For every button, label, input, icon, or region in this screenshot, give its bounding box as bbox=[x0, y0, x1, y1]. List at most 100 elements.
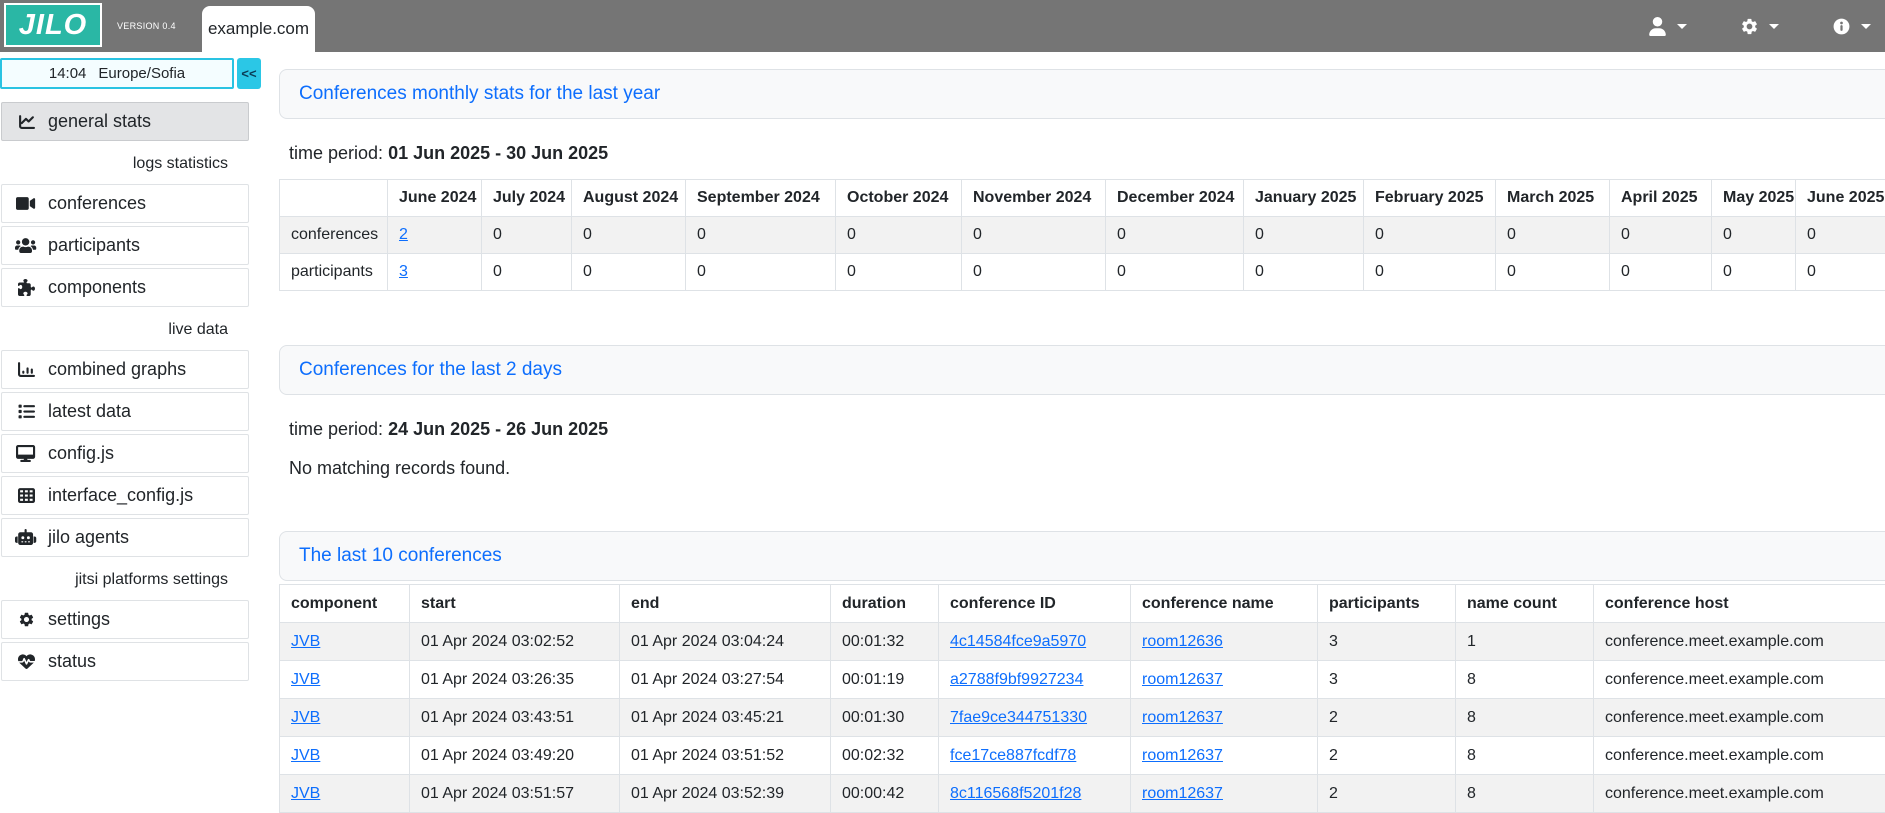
component-link[interactable]: JVB bbox=[291, 671, 320, 688]
cell: 01 Apr 2024 03:04:24 bbox=[620, 623, 831, 661]
sidebar-item-settings[interactable]: settings bbox=[1, 600, 249, 639]
component-link[interactable]: JVB bbox=[291, 633, 320, 650]
cell: 0 bbox=[686, 254, 836, 291]
conference-name-link[interactable]: room12637 bbox=[1142, 709, 1223, 726]
sidebar-item-interface-config-js[interactable]: interface_config.js bbox=[1, 476, 249, 515]
participants-count-link[interactable]: 3 bbox=[399, 263, 408, 280]
last-10-title-link[interactable]: The last 10 conferences bbox=[299, 545, 502, 567]
sidebar-item-components[interactable]: components bbox=[1, 268, 249, 307]
conference-id-link[interactable]: 4c14584fce9a5970 bbox=[950, 633, 1086, 650]
conference-name-link[interactable]: room12637 bbox=[1142, 785, 1223, 802]
desktop-icon bbox=[15, 445, 37, 463]
sidebar-item-status[interactable]: status bbox=[1, 642, 249, 681]
conference-id-link[interactable]: a2788f9bf9927234 bbox=[950, 671, 1083, 688]
cell: room12636 bbox=[1131, 623, 1318, 661]
cell: JVB bbox=[280, 775, 410, 813]
conference-name-link[interactable]: room12637 bbox=[1142, 747, 1223, 764]
cell: 01 Apr 2024 03:51:52 bbox=[620, 737, 831, 775]
conference-name-link[interactable]: room12637 bbox=[1142, 671, 1223, 688]
sidebar-item-jilo-agents[interactable]: jilo agents bbox=[1, 518, 249, 557]
video-icon bbox=[15, 195, 37, 213]
clock-time: 14:04 bbox=[49, 65, 87, 82]
sidebar-item-general-stats[interactable]: general stats bbox=[1, 102, 249, 141]
cell: conference.meet.example.com bbox=[1594, 623, 1885, 661]
settings-menu[interactable] bbox=[1739, 17, 1779, 36]
sidebar-item-label: settings bbox=[48, 609, 110, 630]
last-10-conferences-table: componentstartenddurationconference IDco… bbox=[279, 584, 1885, 813]
cell: 8 bbox=[1456, 699, 1594, 737]
user-icon bbox=[1647, 17, 1668, 36]
last-2-days-title-link[interactable]: Conferences for the last 2 days bbox=[299, 359, 562, 381]
conference-id-link[interactable]: 7fae9ce344751330 bbox=[950, 709, 1087, 726]
cell: 2 bbox=[1318, 775, 1456, 813]
cell: 1 bbox=[1456, 623, 1594, 661]
chevron-down-icon bbox=[1769, 24, 1779, 29]
cell: 01 Apr 2024 03:51:57 bbox=[410, 775, 620, 813]
conference-id-link[interactable]: fce17ce887fcdf78 bbox=[950, 747, 1076, 764]
table-row: participants3000000000000 bbox=[280, 254, 1885, 291]
cell: 0 bbox=[1796, 254, 1885, 291]
column-header: conference ID bbox=[939, 585, 1131, 623]
sidebar-item-combined-graphs[interactable]: combined graphs bbox=[1, 350, 249, 389]
cell: 0 bbox=[1244, 217, 1364, 254]
cell: 01 Apr 2024 03:52:39 bbox=[620, 775, 831, 813]
cell: 0 bbox=[962, 254, 1106, 291]
circle-info-icon bbox=[1831, 17, 1852, 36]
cell: 01 Apr 2024 03:02:52 bbox=[410, 623, 620, 661]
sidebar-item-latest-data[interactable]: latest data bbox=[1, 392, 249, 431]
cell: room12637 bbox=[1131, 775, 1318, 813]
cell: 0 bbox=[572, 254, 686, 291]
sidebar-item-conferences[interactable]: conferences bbox=[1, 184, 249, 223]
sidebar-item-participants[interactable]: participants bbox=[1, 226, 249, 265]
table-row: JVB 01 Apr 2024 03:02:5201 Apr 2024 03:04… bbox=[280, 623, 1885, 661]
cell: room12637 bbox=[1131, 699, 1318, 737]
cell: 0 bbox=[1106, 254, 1244, 291]
cell: 01 Apr 2024 03:45:21 bbox=[620, 699, 831, 737]
sidebar-collapse-button[interactable]: << bbox=[237, 58, 261, 89]
cell: 0 bbox=[1712, 217, 1796, 254]
conference-name-link[interactable]: room12636 bbox=[1142, 633, 1223, 650]
sidebar: 14:04 Europe/Sofia << general statslogs … bbox=[0, 52, 266, 684]
column-header: conference host bbox=[1594, 585, 1885, 623]
cell: 3 bbox=[1318, 661, 1456, 699]
section-last-2-days: Conferences for the last 2 days time per… bbox=[279, 345, 1885, 479]
cell: 00:02:32 bbox=[831, 737, 939, 775]
column-header: June 2025 bbox=[1796, 180, 1885, 217]
cell: JVB bbox=[280, 737, 410, 775]
monthly-stats-title-link[interactable]: Conferences monthly stats for the last y… bbox=[299, 83, 660, 105]
column-header: December 2024 bbox=[1106, 180, 1244, 217]
topbar-menus bbox=[1647, 0, 1885, 52]
platform-tab[interactable]: example.com bbox=[202, 6, 315, 52]
time-period-value: 01 Jun 2025 - 30 Jun 2025 bbox=[388, 143, 608, 163]
column-header: component bbox=[280, 585, 410, 623]
last-2-days-time-period: time period: 24 Jun 2025 - 26 Jun 2025 bbox=[289, 419, 1885, 440]
conference-id-link[interactable]: 8c116568f5201f28 bbox=[950, 785, 1081, 802]
cell: 2 bbox=[1318, 737, 1456, 775]
cell: room12637 bbox=[1131, 737, 1318, 775]
cell: 01 Apr 2024 03:43:51 bbox=[410, 699, 620, 737]
time-period-label: time period: bbox=[289, 419, 383, 439]
conferences-count-link[interactable]: 2 bbox=[399, 226, 408, 243]
cell: 3 bbox=[388, 254, 482, 291]
app-logo-text: JILO bbox=[19, 9, 87, 42]
chart-line-icon bbox=[15, 113, 37, 131]
component-link[interactable]: JVB bbox=[291, 785, 320, 802]
column-header: January 2025 bbox=[1244, 180, 1364, 217]
cell: 01 Apr 2024 03:27:54 bbox=[620, 661, 831, 699]
component-link[interactable]: JVB bbox=[291, 747, 320, 764]
info-menu[interactable] bbox=[1831, 17, 1871, 36]
cell: 0 bbox=[686, 217, 836, 254]
sidebar-section-label: jitsi platforms settings bbox=[0, 560, 248, 600]
cell: JVB bbox=[280, 699, 410, 737]
sidebar-item-config-js[interactable]: config.js bbox=[1, 434, 249, 473]
cell: 8 bbox=[1456, 775, 1594, 813]
cell: 0 bbox=[1796, 217, 1885, 254]
user-menu[interactable] bbox=[1647, 17, 1687, 36]
component-link[interactable]: JVB bbox=[291, 709, 320, 726]
cell: 0 bbox=[1244, 254, 1364, 291]
clock-row: 14:04 Europe/Sofia << bbox=[0, 58, 266, 89]
sidebar-item-label: status bbox=[48, 651, 96, 672]
cell: 0 bbox=[836, 217, 962, 254]
cell: conference.meet.example.com bbox=[1594, 699, 1885, 737]
sidebar-item-label: participants bbox=[48, 235, 140, 256]
